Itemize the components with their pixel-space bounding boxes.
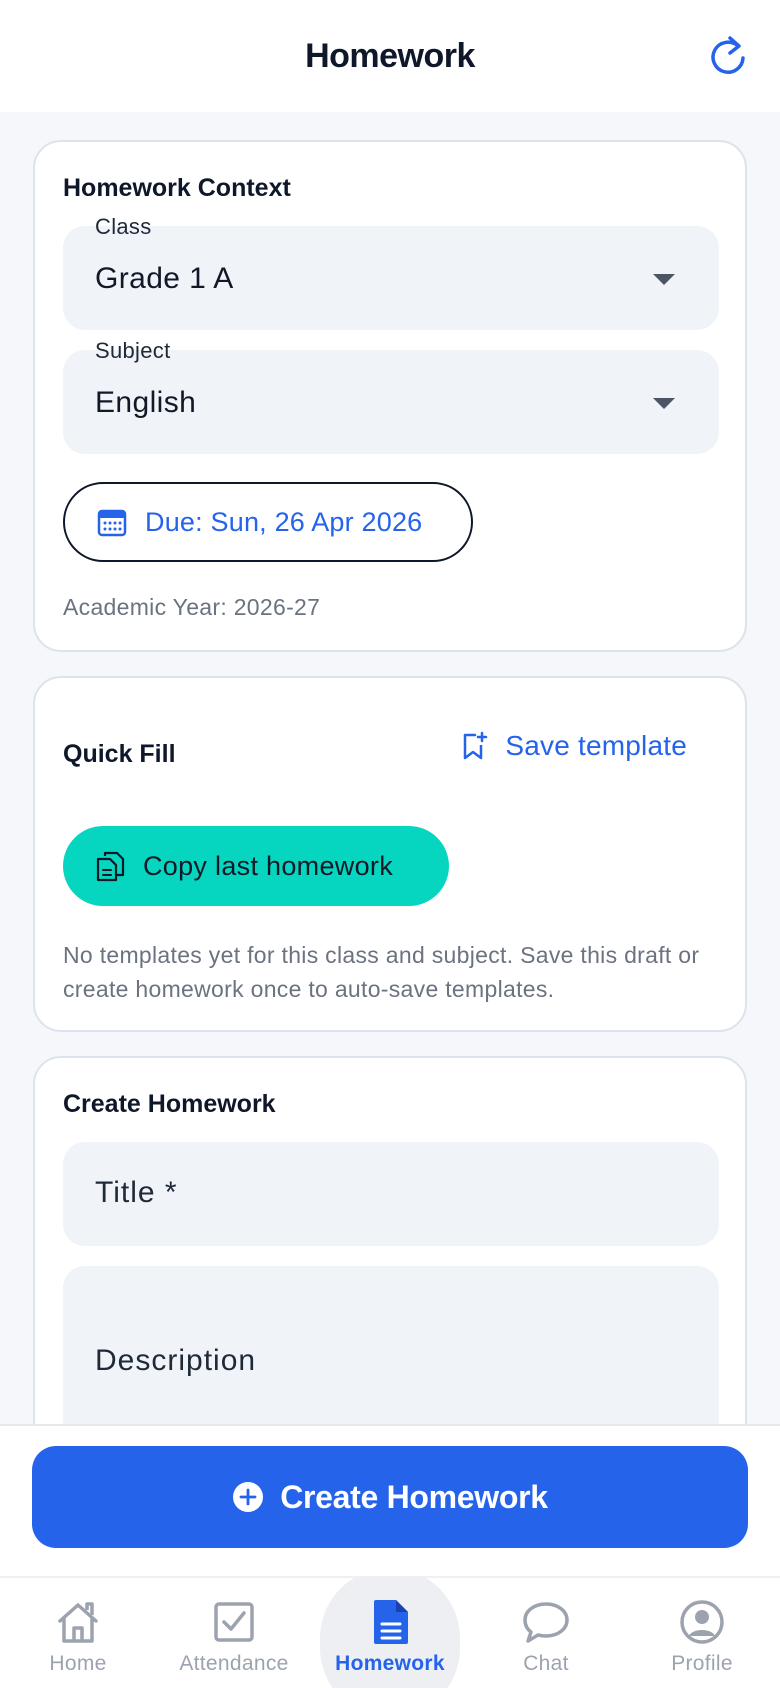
description-input[interactable]: Description [63,1266,719,1424]
nav-label-attendance: Attendance [179,1652,289,1675]
chevron-down-icon [653,398,675,409]
subject-select[interactable]: Subject English [63,338,719,454]
nav-label-profile: Profile [671,1652,733,1675]
nav-item-home[interactable]: Home [0,1578,156,1688]
create-homework-label: Create Homework [280,1478,548,1515]
calendar-icon [97,509,127,537]
create-homework-button[interactable]: Create Homework [32,1446,748,1548]
class-select[interactable]: Class Grade 1 A [63,214,719,330]
bookmark-add-icon [464,731,488,760]
nav-item-homework[interactable]: Homework [312,1578,468,1688]
save-template-button[interactable]: Save template [461,730,687,762]
nav-item-attendance[interactable]: Attendance [156,1578,312,1688]
subject-value: English [95,386,197,419]
title-placeholder: Title * [95,1176,178,1209]
refresh-button[interactable] [704,32,752,80]
copy-last-homework-label: Copy last homework [143,850,393,881]
copy-document-icon [96,851,125,882]
due-date-button[interactable]: Due: Sun, 26 Apr 2026 [63,482,473,562]
homework-context-title: Homework Context [63,174,291,202]
app-header: Homework [0,0,780,112]
checkbox-icon [214,1602,254,1642]
templates-hint: No templates yet for this class and subj… [63,942,700,1002]
chevron-down-icon [653,274,675,285]
subject-label: Subject [95,338,171,363]
nav-label-homework: Homework [335,1652,445,1675]
title-input[interactable]: Title * [63,1142,719,1246]
academic-year: Academic Year: 2026-27 [63,594,321,620]
save-template-label: Save template [505,730,687,761]
refresh-icon [711,36,745,74]
create-homework-card: Create Homework Title * Description [33,1056,747,1424]
content-scroll[interactable]: Homework Context Class Grade 1 A Subject… [0,112,780,1424]
quick-fill-card: Quick Fill Save template Copy last homew… [33,676,747,1032]
document-icon [374,1600,408,1644]
homework-context-card: Homework Context Class Grade 1 A Subject… [33,140,747,652]
chat-bubble-icon [523,1602,569,1643]
nav-item-chat[interactable]: Chat [468,1578,624,1688]
user-circle-icon [680,1600,724,1644]
class-label: Class [95,214,152,239]
nav-label-home: Home [49,1652,107,1675]
home-icon [58,1602,98,1643]
description-placeholder: Description [95,1344,257,1377]
class-value: Grade 1 A [95,262,234,295]
nav-label-chat: Chat [523,1652,569,1675]
action-bar: Create Homework [0,1424,780,1576]
page-title: Homework [305,36,475,75]
quick-fill-title: Quick Fill [63,740,176,768]
nav-item-profile[interactable]: Profile [624,1578,780,1688]
create-homework-title: Create Homework [63,1090,276,1118]
due-date-label: Due: Sun, 26 Apr 2026 [145,506,423,537]
copy-last-homework-button[interactable]: Copy last homework [63,826,449,906]
plus-circle-icon [233,1482,264,1512]
bottom-navigation: Home Attendance Homework Chat Profile [0,1576,780,1688]
